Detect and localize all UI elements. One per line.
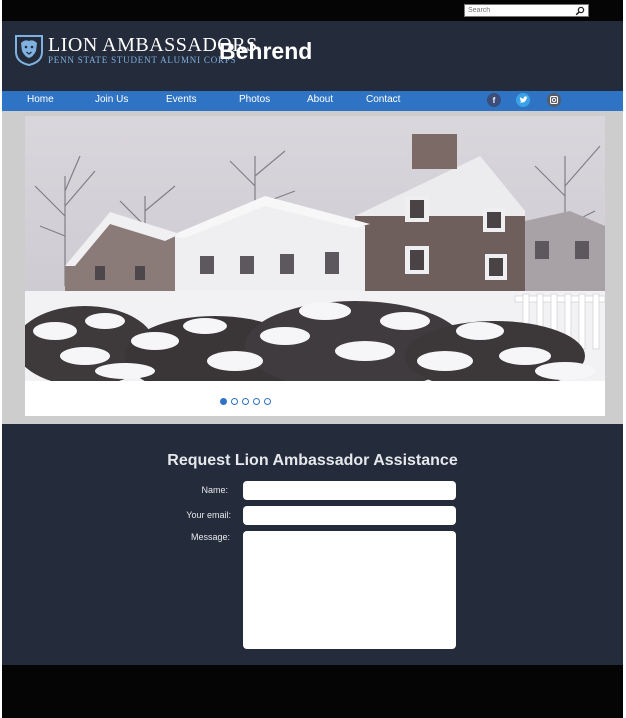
slide-photo-snowy-house [25, 116, 605, 381]
facebook-icon[interactable]: f [487, 93, 501, 107]
hero-slider [2, 111, 623, 424]
slider-dot-4[interactable] [253, 398, 260, 405]
slider-dot-1[interactable] [220, 398, 227, 405]
top-bar [2, 0, 623, 21]
name-field[interactable] [243, 481, 456, 500]
nav-contact[interactable]: Contact [366, 94, 400, 105]
nav-about[interactable]: About [307, 94, 333, 105]
email-label: Your email: [186, 510, 231, 520]
message-field[interactable] [243, 531, 456, 649]
email-field[interactable] [243, 506, 456, 525]
page: LION AMBASSADORS PENN STATE STUDENT ALUM… [0, 0, 626, 718]
page-footer [2, 665, 623, 718]
search-box[interactable] [464, 4, 589, 17]
name-label: Name: [201, 485, 228, 495]
search-input[interactable] [468, 5, 568, 16]
search-icon[interactable] [575, 6, 585, 16]
lion-ambassadors-logo[interactable]: LION AMBASSADORS PENN STATE STUDENT ALUM… [14, 34, 257, 70]
nav-join-us[interactable]: Join Us [95, 94, 128, 105]
twitter-bird-icon [519, 96, 528, 103]
slider-card [25, 116, 605, 416]
logo-subtitle: PENN STATE STUDENT ALUMNI CORPS [48, 55, 237, 65]
form-title: Request Lion Ambassador Assistance [167, 452, 458, 469]
twitter-icon[interactable] [516, 93, 530, 107]
message-label: Message: [190, 532, 230, 542]
campus-name: Behrend [219, 38, 313, 64]
request-form: Request Lion Ambassador Assistance Name:… [2, 424, 623, 665]
site-header: LION AMBASSADORS PENN STATE STUDENT ALUM… [2, 21, 623, 91]
slider-dot-3[interactable] [242, 398, 249, 405]
slider-dot-5[interactable] [264, 398, 271, 405]
nav-photos[interactable]: Photos [239, 94, 270, 105]
instagram-icon[interactable] [547, 93, 561, 107]
site-frame: LION AMBASSADORS PENN STATE STUDENT ALUM… [2, 0, 623, 718]
main-nav: Home Join Us Events Photos About Contact… [2, 91, 623, 111]
camera-icon [550, 96, 558, 104]
lion-shield-icon [15, 35, 43, 66]
nav-home[interactable]: Home [27, 94, 54, 105]
nav-events[interactable]: Events [166, 94, 197, 105]
slider-dots [25, 398, 517, 408]
slider-dot-2[interactable] [231, 398, 238, 405]
